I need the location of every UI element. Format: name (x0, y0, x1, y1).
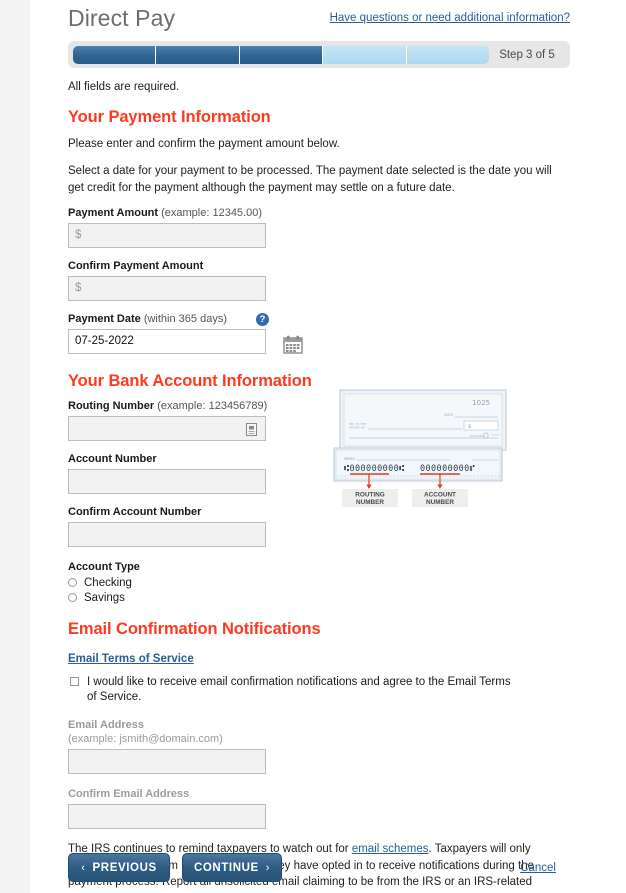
left-gutter (0, 0, 30, 893)
account-type-group: Account Type Checking Savings (68, 561, 570, 604)
direct-pay-page: Direct Pay Have questions or need additi… (0, 0, 626, 893)
email-confirmation-heading: Email Confirmation Notifications (68, 619, 321, 638)
svg-text:MEMO: MEMO (344, 457, 355, 461)
svg-text:⑆000000000⑆: ⑆000000000⑆ (344, 464, 405, 474)
payment-date-instructions: Select a date for your payment to be pro… (68, 165, 552, 194)
payment-date-input[interactable] (68, 328, 266, 354)
calendar-icon[interactable] (283, 335, 303, 354)
progress-segment-2 (156, 45, 240, 64)
routing-number-hint: (example: 123456789) (157, 399, 268, 412)
confirm-payment-amount-label: Confirm Payment Amount (68, 260, 570, 272)
svg-text:NUMBER: NUMBER (426, 499, 454, 506)
checkbox-icon-email-optin[interactable] (70, 676, 79, 686)
svg-text:$: $ (468, 424, 471, 430)
chevron-right-icon: › (265, 861, 271, 874)
confirm-payment-amount-field-group: Confirm Payment Amount (68, 260, 570, 301)
email-address-field-group: Email Address (example: jsmith@domain.co… (68, 719, 570, 775)
account-type-option-savings[interactable]: Savings (68, 592, 570, 604)
svg-text:ROUTING: ROUTING (355, 492, 384, 499)
email-address-hint: (example: jsmith@domain.com) (68, 733, 223, 746)
page-header: Direct Pay Have questions or need additi… (68, 0, 570, 40)
account-type-label: Account Type (68, 560, 140, 573)
payment-amount-label: Payment Amount (example: 12345.00) (68, 207, 570, 219)
payment-amount-input[interactable] (68, 222, 266, 248)
svg-text:ACCOUNT: ACCOUNT (424, 492, 456, 499)
all-fields-required-note: All fields are required. (68, 81, 180, 93)
account-type-checking-label: Checking (84, 576, 132, 589)
previous-button[interactable]: ‹ PREVIOUS (68, 853, 170, 882)
routing-number-input[interactable] (68, 415, 266, 441)
progress-segment-5 (406, 45, 489, 64)
payment-date-help-icon[interactable]: ? (256, 312, 269, 326)
cancel-link[interactable]: Cancel (520, 862, 556, 874)
routing-number-label-text: Routing Number (68, 399, 155, 412)
svg-text:NUMBER: NUMBER (356, 499, 384, 506)
svg-text:DATE: DATE (444, 413, 454, 417)
confirm-account-number-field-group: Confirm Account Number (68, 506, 570, 547)
confirm-email-address-field-group: Confirm Email Address (68, 788, 570, 830)
email-address-label: Email Address (68, 719, 570, 731)
payment-information-heading: Your Payment Information (68, 107, 271, 126)
email-terms-of-service-link[interactable]: Email Terms of Service (68, 653, 194, 665)
confirm-email-address-label-text: Confirm Email Address (68, 788, 190, 801)
confirm-account-number-input[interactable] (68, 521, 266, 547)
email-address-label-text: Email Address (68, 719, 145, 732)
previous-button-label: PREVIOUS (92, 861, 157, 874)
payment-date-label-text: Payment Date (68, 312, 141, 325)
continue-button[interactable]: CONTINUE › (182, 853, 282, 882)
email-optin-label: I would like to receive email confirmati… (87, 675, 511, 704)
continue-button-label: CONTINUE (193, 861, 259, 874)
payment-date-label: Payment Date (within 365 days) (68, 313, 570, 325)
account-number-input[interactable] (68, 468, 266, 494)
form-footer: ‹ PREVIOUS CONTINUE › Cancel (68, 853, 570, 883)
page-title: Direct Pay (68, 5, 176, 31)
confirm-payment-amount-input[interactable] (68, 275, 266, 301)
svg-text:DOLLARS: DOLLARS (470, 434, 484, 438)
radio-icon-checking[interactable] (68, 578, 77, 588)
confirm-account-number-label-text: Confirm Account Number (68, 505, 202, 518)
payment-amount-instructions: Please enter and confirm the payment amo… (68, 137, 340, 150)
confirm-payment-amount-label-text: Confirm Payment Amount (68, 259, 204, 272)
progress-segment-3 (239, 45, 324, 64)
account-type-option-checking[interactable]: Checking (68, 577, 570, 589)
svg-text:000000000⑈: 000000000⑈ (420, 464, 476, 474)
payment-amount-label-text: Payment Amount (68, 206, 159, 219)
account-type-savings-label: Savings (84, 591, 125, 604)
svg-text:ORDER OF: ORDER OF (349, 426, 365, 430)
payment-amount-field-group: Payment Amount (example: 12345.00) (68, 207, 570, 248)
progress-segment-4 (323, 45, 407, 64)
help-questions-link[interactable]: Have questions or need additional inform… (330, 12, 570, 24)
chevron-left-icon: ‹ (81, 861, 86, 874)
account-number-label-text: Account Number (68, 452, 157, 465)
confirm-email-address-input[interactable] (68, 804, 266, 830)
radio-icon-savings[interactable] (68, 593, 77, 603)
payment-date-field-group: Payment Date (within 365 days) ? (68, 312, 570, 354)
progress-bar: Step 3 of 5 (68, 41, 570, 68)
payment-date-hint: (within 365 days) (143, 312, 227, 325)
progress-segment-1 (73, 45, 157, 64)
progress-track (73, 45, 489, 64)
check-sample-icon[interactable] (246, 422, 257, 436)
step-indicator-label: Step 3 of 5 (499, 48, 555, 61)
payment-amount-hint: (example: 12345.00) (161, 206, 263, 219)
svg-text:1025: 1025 (472, 399, 490, 407)
confirm-email-address-label: Confirm Email Address (68, 788, 570, 800)
email-optin-row[interactable]: I would like to receive email confirmati… (68, 675, 570, 705)
sample-check-illustration: 1025 DATE PAY TO THE ORDER OF $ DOLLARS … (332, 388, 512, 508)
email-address-input[interactable] (68, 749, 266, 775)
